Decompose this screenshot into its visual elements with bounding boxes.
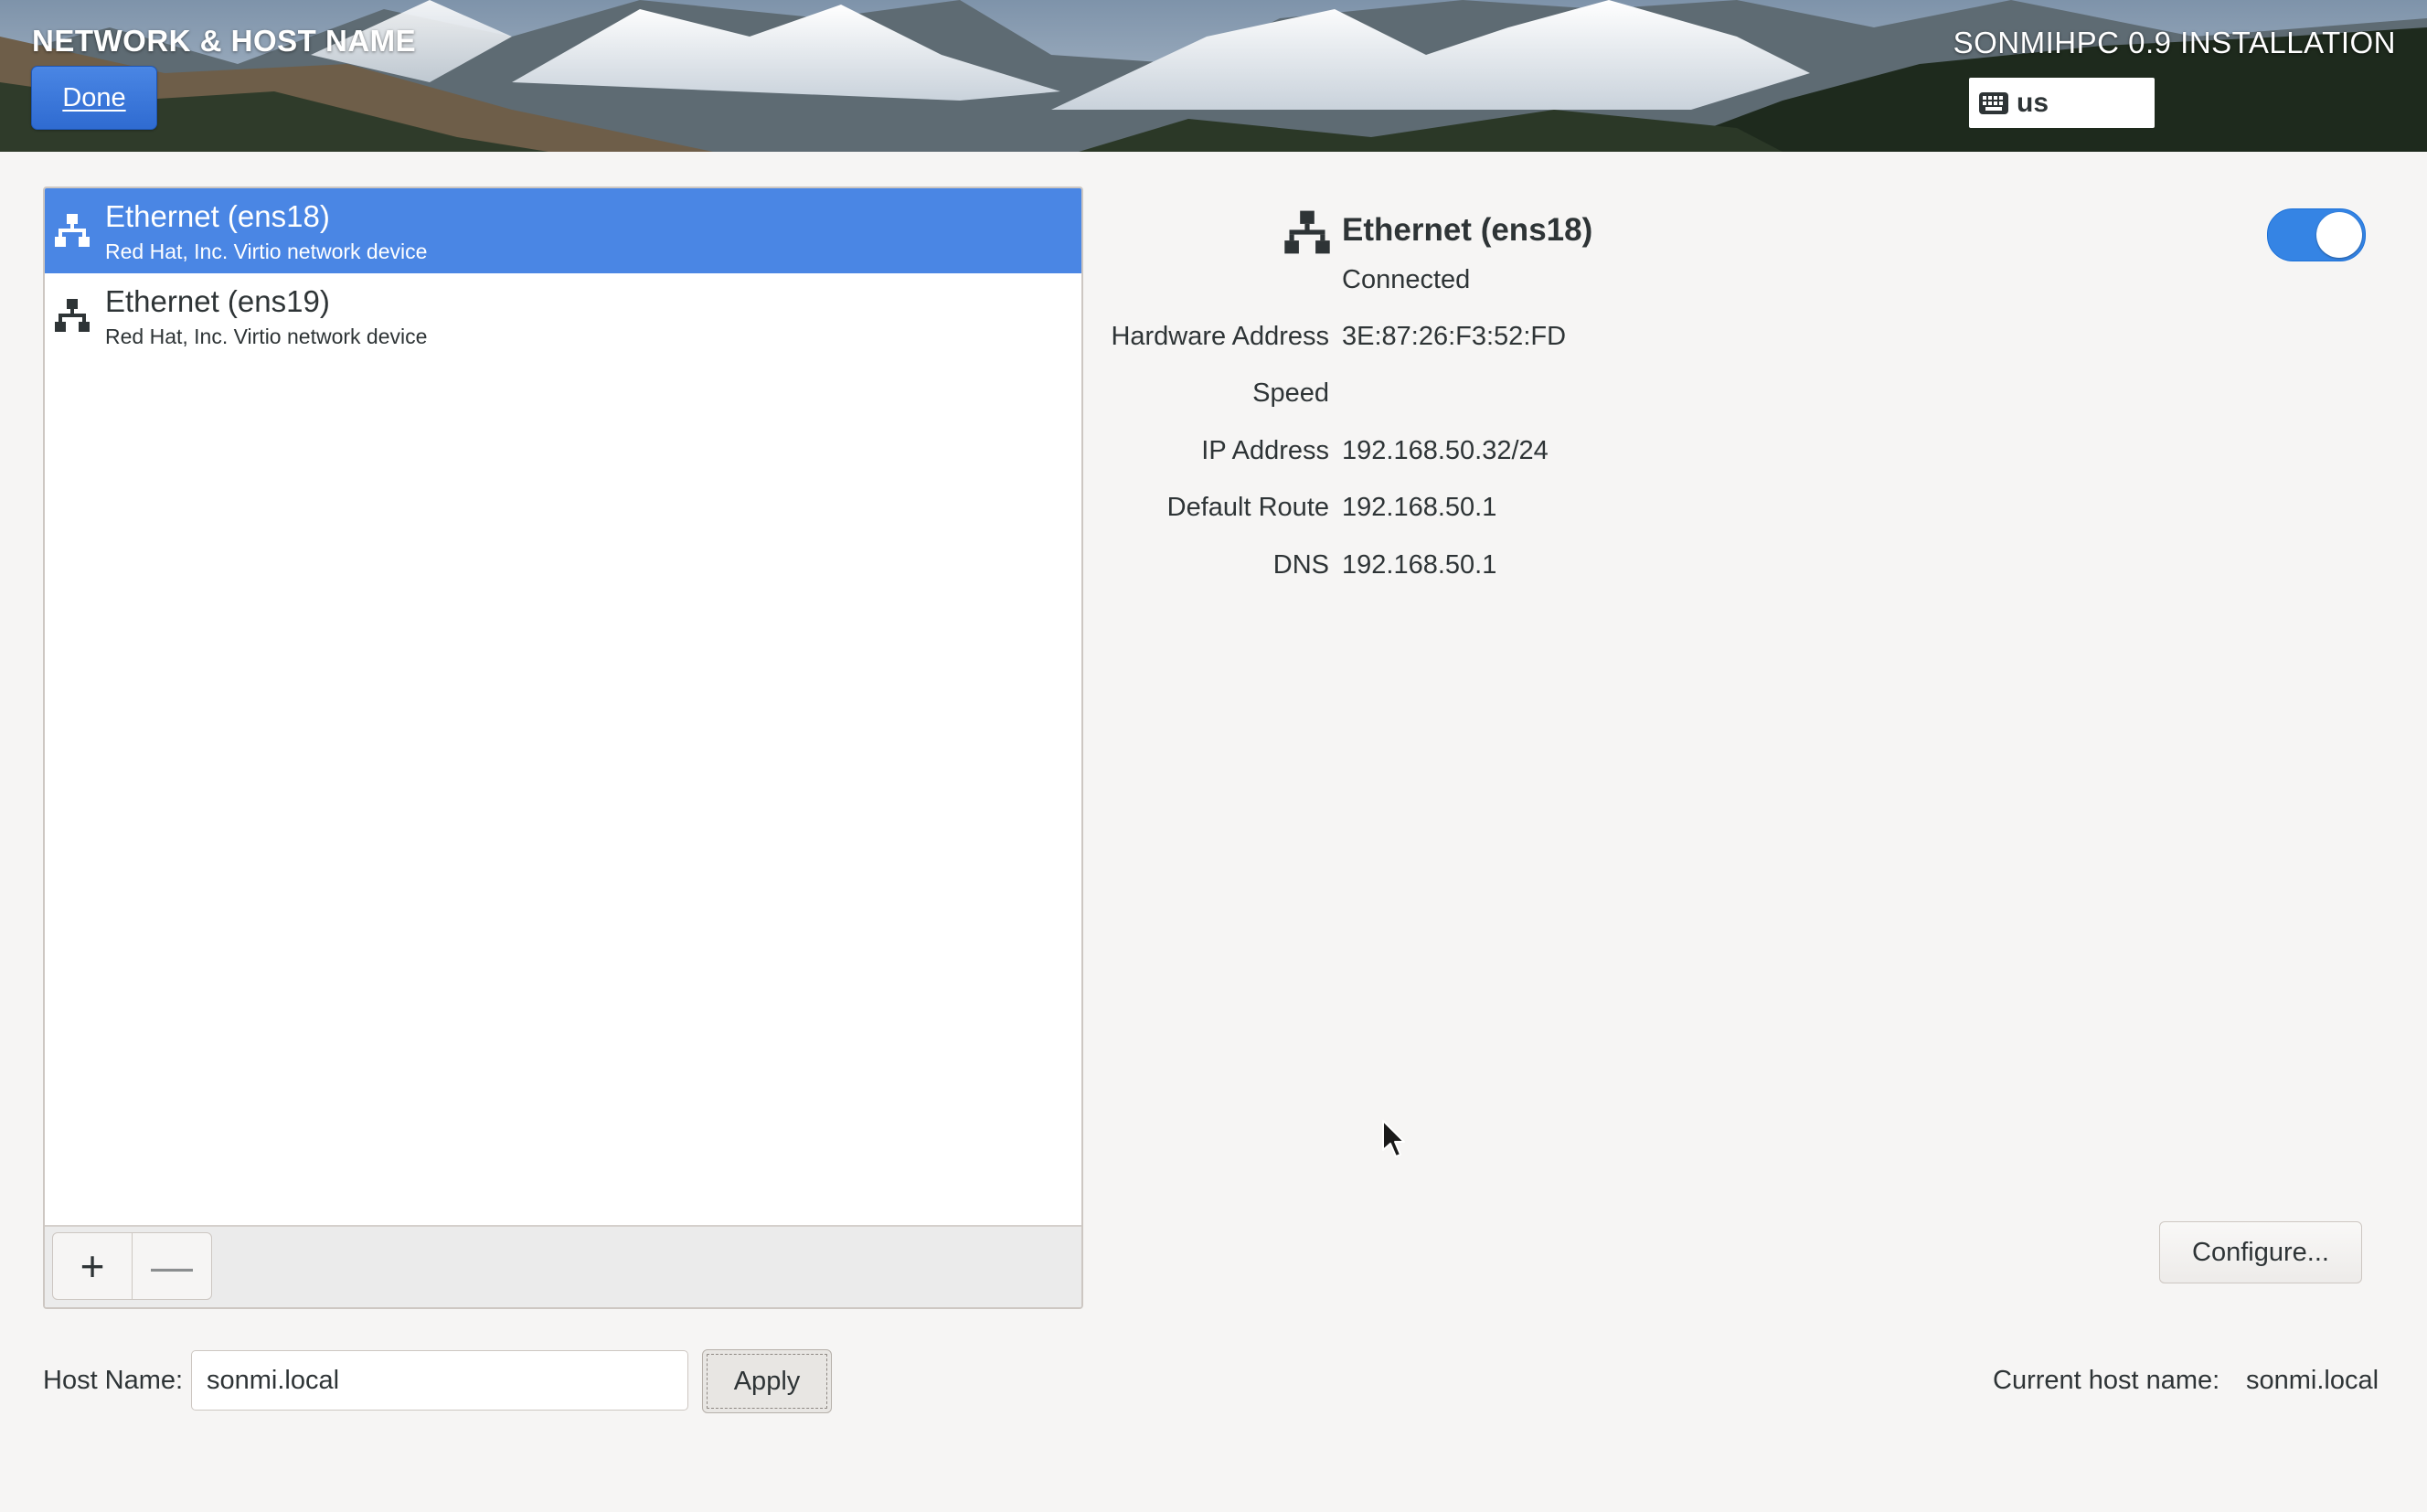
done-button[interactable]: Done (31, 66, 157, 130)
product-title: SONMIHPC 0.9 INSTALLATION (1953, 26, 2396, 59)
mountain-background (0, 0, 2427, 152)
header-banner: NETWORK & HOST NAME Done SONMIHPC 0.9 IN… (0, 0, 2427, 152)
mouse-pointer-icon (1382, 1120, 1405, 1157)
default-route-value: 192.168.50.1 (1342, 493, 1497, 522)
add-device-button[interactable]: + (52, 1232, 133, 1300)
ip-address-label: IP Address (1201, 436, 1329, 465)
keyboard-layout-indicator[interactable]: us (1969, 78, 2155, 128)
hardware-address-label: Hardware Address (1111, 322, 1329, 351)
network-wired-icon (55, 299, 90, 332)
device-description: Red Hat, Inc. Virtio network device (105, 325, 428, 348)
dns-label: DNS (1272, 550, 1329, 580)
network-wired-icon (55, 214, 90, 247)
device-description: Red Hat, Inc. Virtio network device (105, 240, 428, 263)
dns-value: 192.168.50.1 (1342, 550, 1497, 580)
switch-knob (2316, 212, 2362, 258)
device-list-toolbar: + — (45, 1225, 1081, 1307)
apply-button[interactable]: Apply (702, 1349, 832, 1413)
configure-button[interactable]: Configure... (2159, 1221, 2362, 1283)
device-row-ens18[interactable]: Ethernet (ens18) Red Hat, Inc. Virtio ne… (45, 188, 1081, 273)
device-row-ens19[interactable]: Ethernet (ens19) Red Hat, Inc. Virtio ne… (45, 273, 1081, 358)
connection-status: Connected (1342, 265, 1471, 294)
device-name: Ethernet (ens18) (105, 199, 330, 233)
device-list: Ethernet (ens18) Red Hat, Inc. Virtio ne… (43, 186, 1083, 1309)
default-route-label: Default Route (1166, 493, 1329, 522)
host-name-label: Host Name: (43, 1366, 184, 1395)
host-name-input[interactable] (191, 1350, 688, 1411)
remove-device-button[interactable]: — (132, 1232, 212, 1300)
keyboard-icon (1979, 91, 2008, 114)
hardware-address-value: 3E:87:26:F3:52:FD (1342, 322, 1567, 351)
speed-label: Speed (1252, 378, 1329, 408)
current-host-name-value: sonmi.local (2246, 1366, 2379, 1395)
spoke-title: NETWORK & HOST NAME (32, 24, 417, 58)
detail-device-name: Ethernet (ens18) (1342, 212, 1593, 248)
ip-address-value: 192.168.50.32/24 (1342, 436, 1549, 465)
keyboard-layout-label: us (2017, 87, 2049, 118)
device-name: Ethernet (ens19) (105, 284, 330, 318)
current-host-name-label: Current host name: (1993, 1366, 2220, 1395)
device-enable-switch[interactable] (2267, 208, 2366, 261)
network-wired-icon (1284, 210, 1330, 254)
